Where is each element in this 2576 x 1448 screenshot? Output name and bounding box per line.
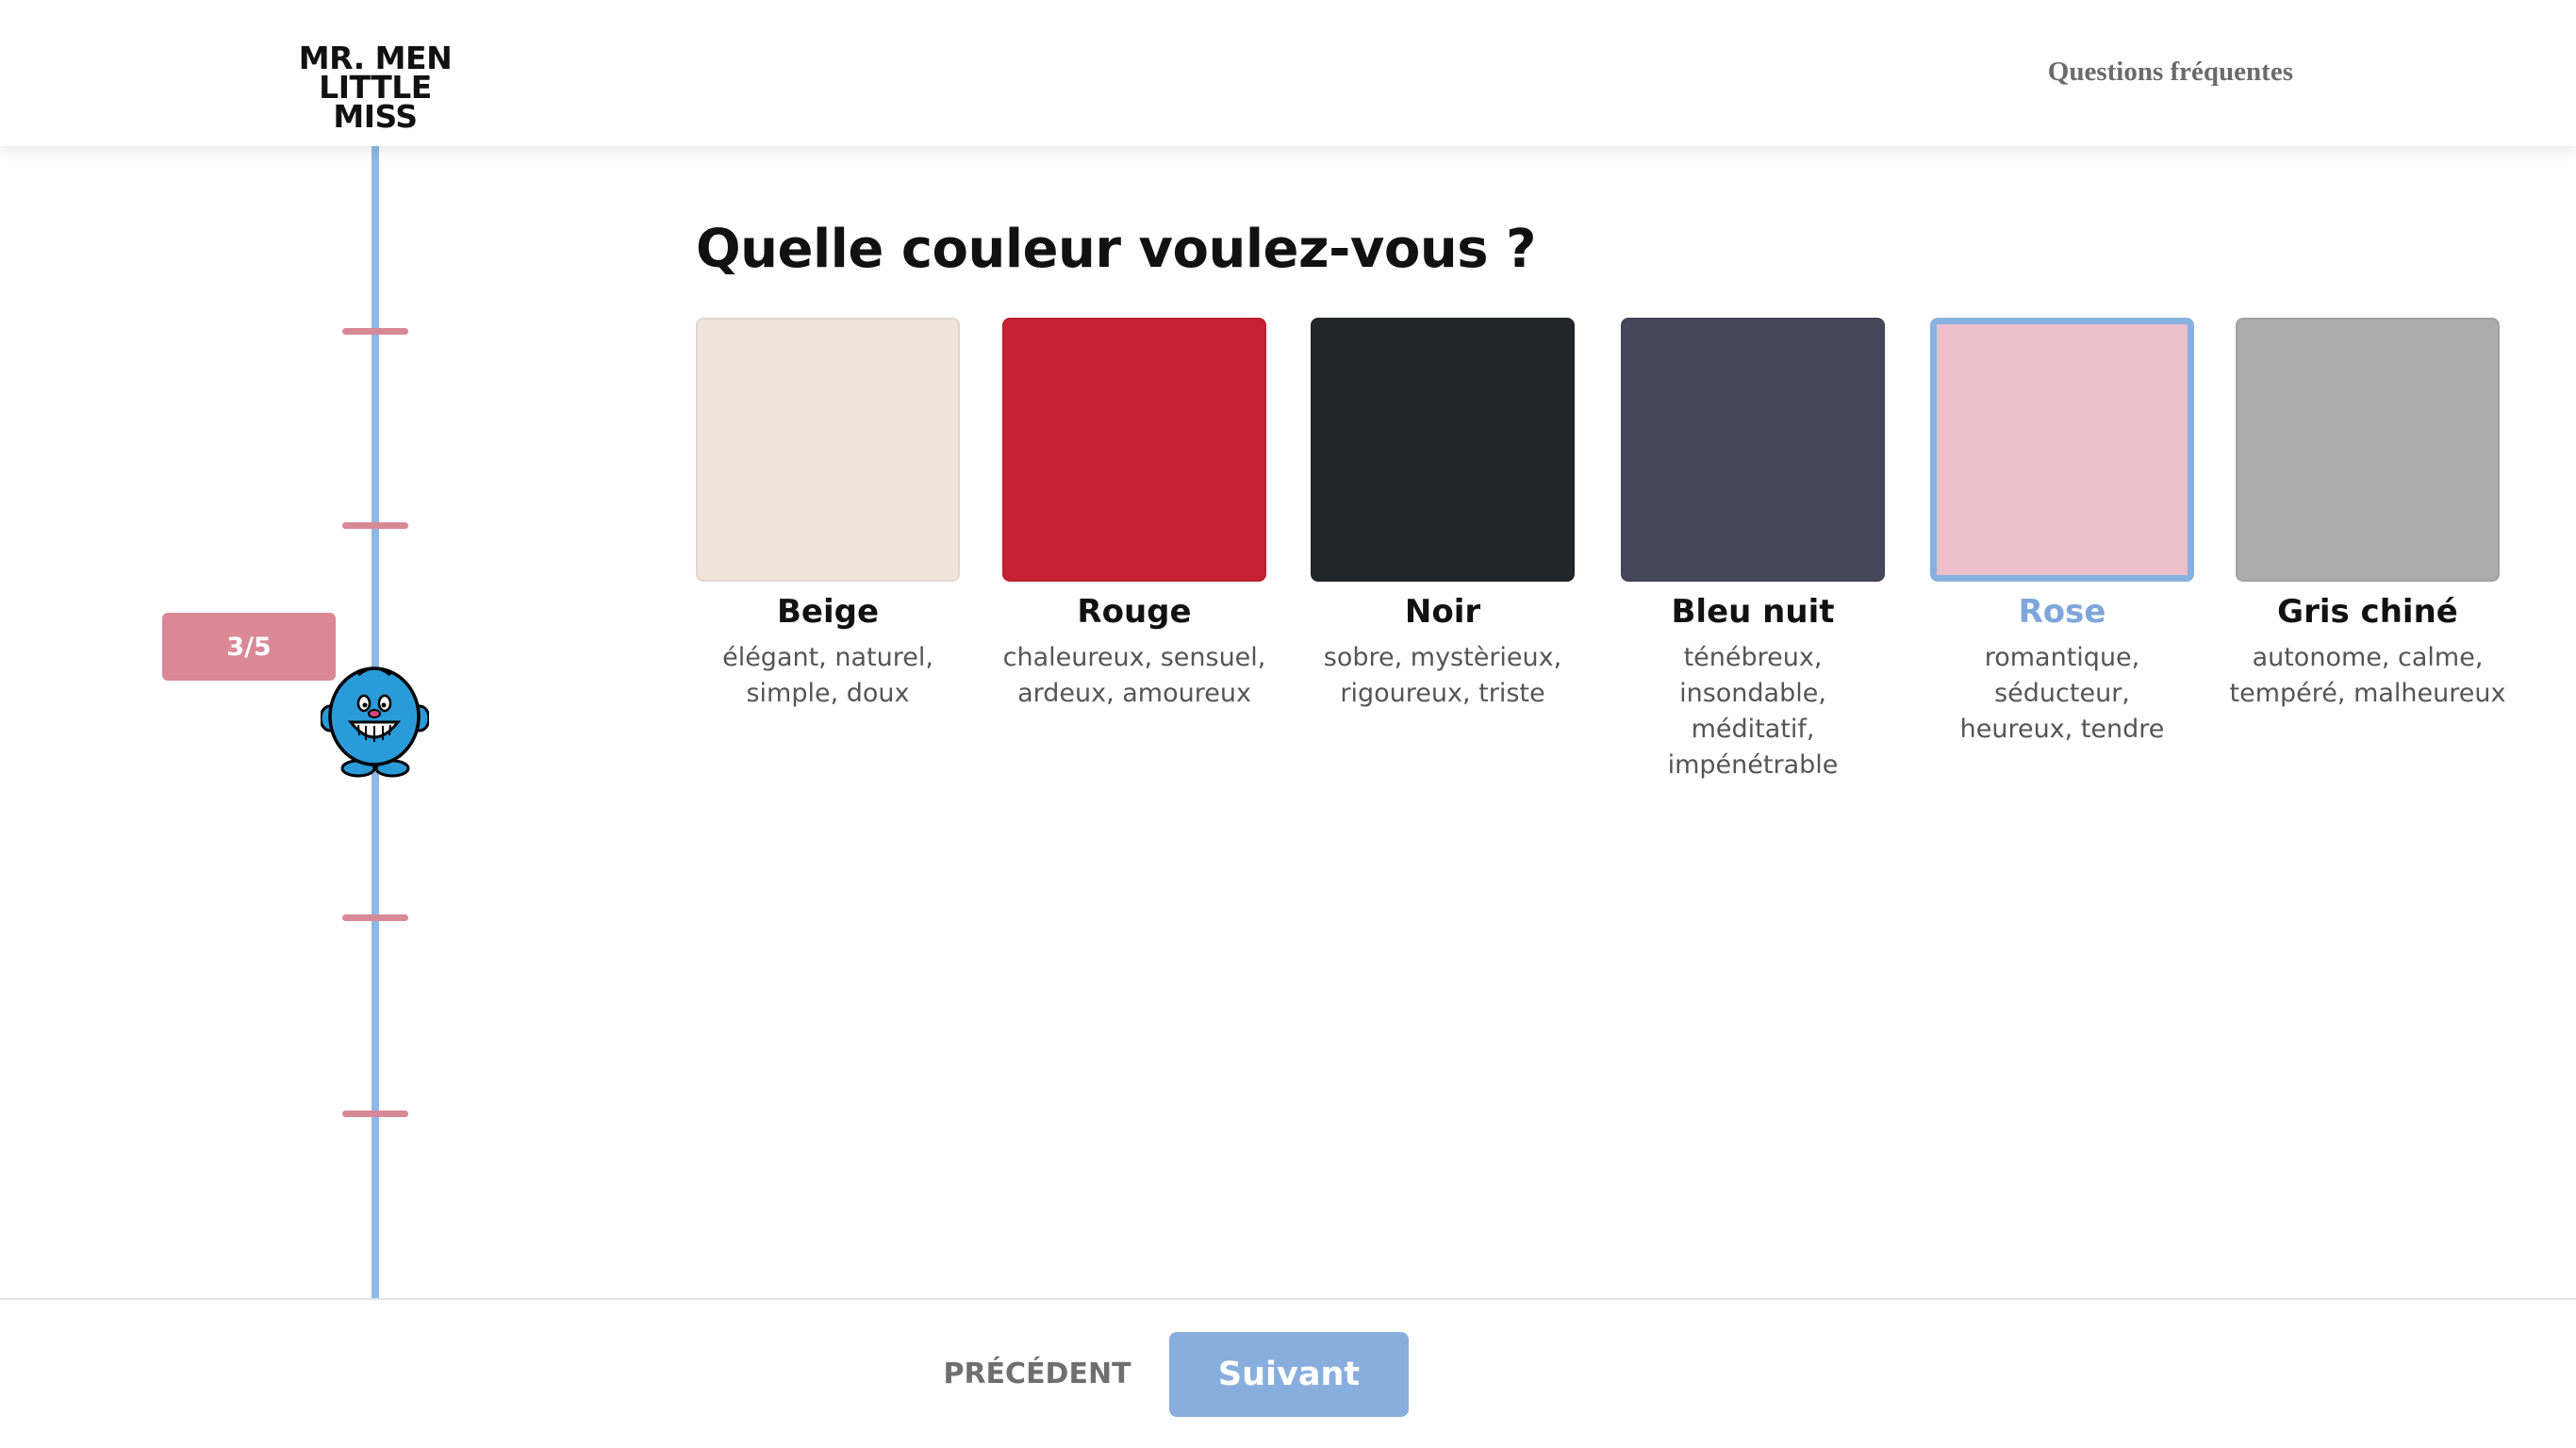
color-description: ténébreux, insondable, méditatif, impéné…	[1611, 640, 1894, 783]
color-description-line: tempéré, malheureux	[2229, 679, 2506, 708]
previous-button[interactable]: PRÉCÉDENT	[943, 1345, 1131, 1402]
question-title: Quelle couleur voulez-vous ?	[696, 219, 1537, 280]
color-name: Rose	[2018, 593, 2106, 631]
color-description: chaleureux, sensuel, ardeux, amoureux	[993, 640, 1276, 712]
faq-link[interactable]: Questions fréquentes	[2048, 57, 2293, 88]
timeline-step-tick	[342, 328, 408, 335]
color-description: sobre, mystèrieux, rigoureux, triste	[1301, 640, 1584, 712]
color-option-gris-chine[interactable]: Gris chiné autonome, calme, tempéré, mal…	[2226, 318, 2509, 712]
color-description: romantique, séducteur, heureux, tendre	[1921, 640, 2204, 748]
color-option-bleu-nuit[interactable]: Bleu nuit ténébreux, insondable, méditat…	[1611, 318, 1894, 783]
logo-line-2: LITTLE MISS	[319, 69, 432, 135]
next-button[interactable]: Suivant	[1169, 1332, 1409, 1417]
color-name: Rouge	[1077, 593, 1192, 631]
color-description-line: heureux, tendre	[1959, 715, 2165, 744]
site-header: MR. MEN LITTLE MISS Questions fréquentes	[0, 0, 2576, 146]
color-name: Noir	[1404, 593, 1481, 631]
timeline-step-tick	[342, 1111, 408, 1117]
color-swatch[interactable]	[1621, 318, 1885, 582]
color-description-line: ardeux, amoureux	[1017, 679, 1251, 708]
color-name: Beige	[776, 593, 880, 631]
timeline-step-tick	[342, 522, 408, 529]
color-swatch-selected[interactable]	[1930, 318, 2194, 582]
color-swatch[interactable]	[696, 318, 960, 582]
color-description-line: élégant, naturel,	[722, 643, 933, 672]
timeline-step-tick	[342, 914, 408, 921]
color-name: Bleu nuit	[1671, 593, 1835, 631]
color-swatch[interactable]	[1311, 318, 1575, 582]
color-swatch[interactable]	[2236, 318, 2500, 582]
color-option-rose[interactable]: Rose romantique, séducteur, heureux, ten…	[1921, 318, 2204, 748]
color-option-rouge[interactable]: Rouge chaleureux, sensuel, ardeux, amour…	[993, 318, 1276, 712]
color-description-line: chaleureux, sensuel,	[1002, 643, 1266, 672]
color-option-noir[interactable]: Noir sobre, mystèrieux, rigoureux, trist…	[1301, 318, 1584, 712]
color-name: Gris chiné	[2277, 593, 2458, 631]
brand-logo[interactable]: MR. MEN LITTLE MISS	[281, 42, 470, 135]
color-description-line: méditatif, impénétrable	[1667, 715, 1839, 780]
color-swatch[interactable]	[1002, 318, 1266, 582]
step-counter-badge: 3/5	[162, 613, 336, 681]
wizard-footer: PRÉCÉDENT Suivant	[0, 1298, 2576, 1448]
color-description-line: rigoureux, triste	[1340, 679, 1545, 708]
color-description-line: simple, doux	[746, 679, 910, 708]
color-description-line: sobre, mystèrieux,	[1323, 643, 1562, 672]
color-description: élégant, naturel, simple, doux	[686, 640, 969, 712]
color-description-line: romantique, séducteur,	[1984, 643, 2140, 708]
mr-men-character-icon	[321, 666, 429, 778]
color-description-line: ténébreux, insondable,	[1679, 643, 1826, 708]
color-option-beige[interactable]: Beige élégant, naturel, simple, doux	[686, 318, 969, 712]
color-description: autonome, calme, tempéré, malheureux	[2226, 640, 2509, 712]
color-description-line: autonome, calme,	[2252, 643, 2484, 672]
